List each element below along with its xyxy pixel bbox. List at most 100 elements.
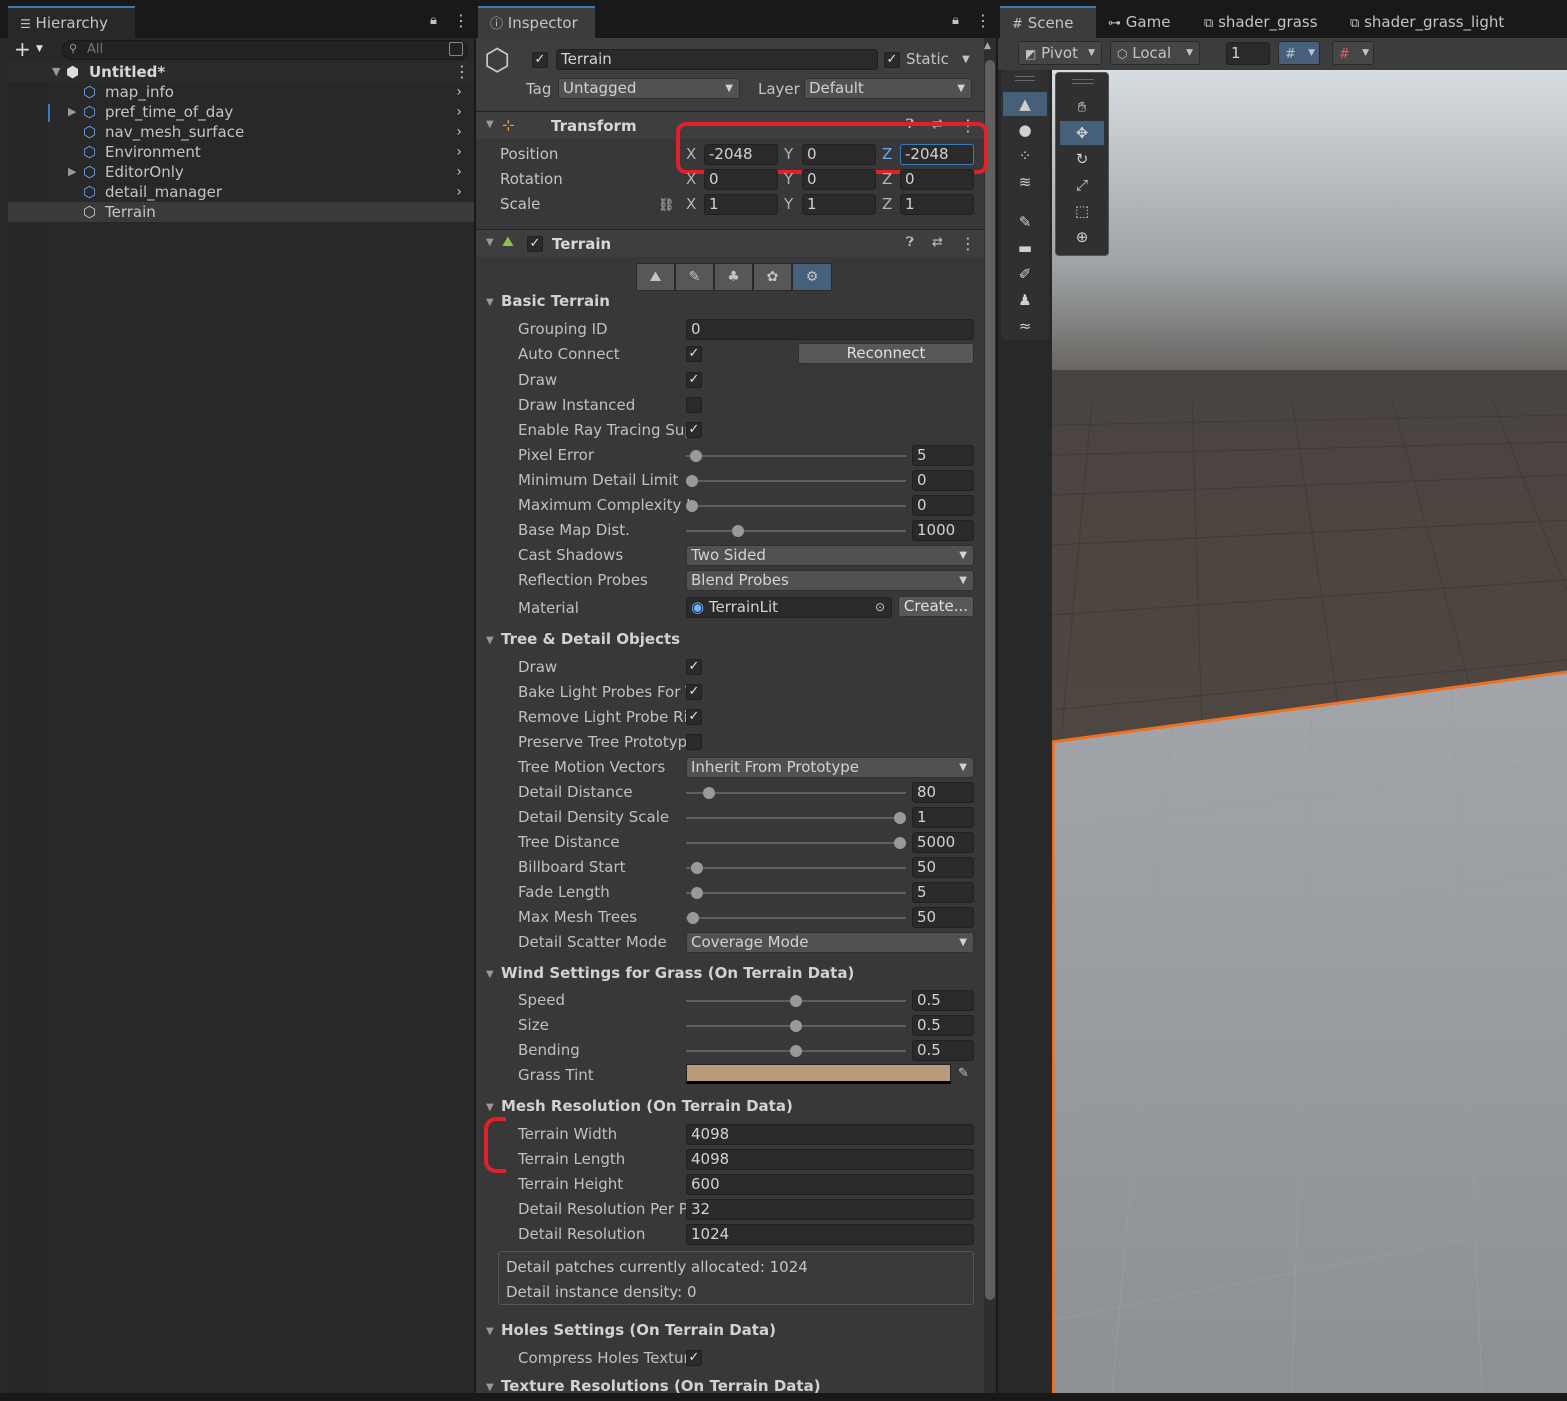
reconnect-button[interactable]: Reconnect — [798, 343, 974, 364]
base-map-dist-field[interactable]: 1000 — [912, 520, 974, 541]
detail-resolution-per-patch-field[interactable]: 32 — [686, 1199, 974, 1220]
static-dropdown-icon[interactable]: ▼ — [962, 54, 970, 65]
hierarchy-item-map-info[interactable]: ⬡ map_info › — [8, 82, 474, 102]
billboard-start-field[interactable]: 50 — [912, 857, 974, 878]
terrain-height-field[interactable]: 600 — [686, 1174, 974, 1195]
max-mesh-trees-field[interactable]: 50 — [912, 907, 974, 928]
create-material-button[interactable]: Create... — [898, 596, 974, 617]
layers-icon[interactable]: ≋ — [1003, 170, 1047, 194]
scale-z-axis-label[interactable]: Z — [882, 195, 892, 213]
static-checkbox[interactable]: ✓ — [884, 52, 900, 68]
hierarchy-item-editoronly[interactable]: ▶ ⬡ EditorOnly › — [8, 162, 474, 182]
billboard-start-slider-handle[interactable] — [691, 862, 704, 874]
tree-distance-slider-handle[interactable] — [894, 837, 906, 849]
paint-trees-icon[interactable]: ♣ — [714, 263, 753, 291]
tree-motion-vectors-dropdown[interactable]: Inherit From Prototype ▼ — [686, 757, 974, 778]
expand-arrow-icon[interactable]: ▼ — [486, 635, 494, 646]
expand-arrow-icon[interactable]: ▼ — [486, 297, 494, 308]
presets-icon[interactable]: ⇄ — [932, 235, 943, 250]
rotation-z-axis-label[interactable]: Z — [882, 170, 892, 188]
terrain-mountain-icon[interactable]: ▲ — [1003, 92, 1047, 116]
compress-holes-texture-checkbox[interactable]: ✓ — [686, 1350, 702, 1366]
wind-speed-field[interactable]: 0.5 — [912, 990, 974, 1011]
chevron-down-icon[interactable]: ▼ — [36, 44, 43, 54]
sculpt-brush-icon[interactable]: ● — [1003, 118, 1047, 142]
stamp-icon[interactable]: ♟ — [1003, 288, 1047, 312]
layer-dropdown[interactable]: Default ▼ — [804, 78, 972, 99]
scene-viewport[interactable] — [1052, 70, 1567, 1393]
help-icon[interactable]: ❓︎ — [906, 235, 914, 250]
draw-instanced-checkbox[interactable] — [686, 397, 702, 413]
erosion-icon[interactable]: ≈ — [1003, 314, 1047, 338]
lock-icon[interactable]: 🔒︎ — [430, 13, 437, 28]
expand-arrow-icon[interactable]: ▼ — [486, 1382, 494, 1393]
component-menu-icon[interactable]: ⋮ — [960, 236, 976, 252]
rotation-y-axis-label[interactable]: Y — [784, 170, 793, 188]
hierarchy-item-environment[interactable]: ⬡ Environment › — [8, 142, 474, 162]
scale-tool-icon[interactable]: ⤢ — [1060, 173, 1104, 197]
paint-icon[interactable]: ✎ — [1003, 210, 1047, 234]
ray-tracing-checkbox[interactable]: ✓ — [686, 422, 702, 438]
pixel-error-slider-handle[interactable] — [690, 450, 703, 462]
move-tool-icon[interactable]: ✥ — [1060, 121, 1104, 145]
expand-arrow-icon[interactable]: ▼ — [52, 62, 60, 82]
fade-length-slider-handle[interactable] — [691, 887, 704, 899]
expand-arrow-icon[interactable]: ▼ — [486, 969, 494, 980]
paint-terrain-icon[interactable]: ✎ — [675, 263, 714, 291]
transform-tool-icon[interactable]: ⊕ — [1060, 225, 1104, 249]
scroll-up-icon[interactable]: ▲ — [984, 41, 991, 51]
grid-snap-toggle[interactable]: # ▼ — [1278, 41, 1320, 65]
detail-resolution-field[interactable]: 1024 — [686, 1224, 974, 1245]
position-y-field[interactable]: 0 — [802, 144, 876, 165]
wind-bending-slider-handle[interactable] — [790, 1045, 802, 1057]
base-map-dist-slider-handle[interactable] — [731, 525, 744, 537]
max-mesh-trees-slider-track[interactable] — [686, 917, 906, 919]
fade-length-field[interactable]: 5 — [912, 882, 974, 903]
terrain-settings-icon[interactable]: ⚙ — [792, 263, 832, 291]
fade-length-slider-track[interactable] — [686, 892, 906, 894]
pixel-error-slider-track[interactable] — [686, 455, 906, 457]
scale-y-axis-label[interactable]: Y — [784, 195, 793, 213]
scene-root-row[interactable]: ▼ ⬢ Untitled* ⋮ — [8, 62, 474, 82]
open-prefab-arrow-icon[interactable]: › — [456, 162, 462, 182]
detail-distance-field[interactable]: 80 — [912, 782, 974, 803]
object-name-field[interactable]: Terrain — [556, 49, 878, 70]
remove-light-probe-ringing-checkbox[interactable]: ✓ — [686, 709, 702, 725]
tab-shader-grass[interactable]: ⧉ shader_grass — [1192, 6, 1330, 38]
rotation-x-axis-label[interactable]: X — [686, 170, 696, 188]
holes-settings-section[interactable]: ▼ Holes Settings (On Terrain Data) — [476, 1321, 984, 1345]
create-neighbor-terrains-icon[interactable]: ⛰ — [636, 263, 675, 291]
max-complexity-slider-track[interactable] — [686, 505, 906, 507]
billboard-start-slider-track[interactable] — [686, 867, 906, 869]
open-prefab-arrow-icon[interactable]: › — [456, 82, 462, 102]
wind-size-field[interactable]: 0.5 — [912, 1015, 974, 1036]
open-prefab-arrow-icon[interactable]: › — [456, 182, 462, 202]
rotate-tool-icon[interactable]: ↻ — [1060, 147, 1104, 171]
terrain-width-field[interactable]: 4098 — [686, 1124, 974, 1145]
wind-bending-field[interactable]: 0.5 — [912, 1040, 974, 1061]
rotation-x-field[interactable]: 0 — [704, 169, 778, 190]
grouping-id-field[interactable]: 0 — [686, 319, 974, 340]
tag-dropdown[interactable]: Untagged ▼ — [558, 78, 740, 99]
search-mode-icon[interactable] — [449, 42, 463, 56]
draw-checkbox[interactable]: ✓ — [686, 372, 702, 388]
min-detail-limit-field[interactable]: 0 — [912, 470, 974, 491]
hierarchy-item-terrain[interactable]: ⬡ Terrain — [8, 202, 474, 222]
hierarchy-item-detail-manager[interactable]: ⬡ detail_manager › — [8, 182, 474, 202]
tree-distance-slider-track[interactable] — [686, 842, 906, 844]
preserve-tree-prototype-checkbox[interactable] — [686, 734, 702, 750]
hierarchy-item-nav-mesh-surface[interactable]: ⬡ nav_mesh_surface › — [8, 122, 474, 142]
detail-distance-slider-track[interactable] — [686, 792, 906, 794]
detail-density-scale-field[interactable]: 1 — [912, 807, 974, 828]
scale-x-field[interactable]: 1 — [704, 194, 778, 215]
pixel-error-field[interactable]: 5 — [912, 445, 974, 466]
scale-y-field[interactable]: 1 — [802, 194, 876, 215]
terrain-header[interactable]: ▼ ⛰ ✓ Terrain ❓︎ ⇄ ⋮ — [476, 229, 984, 257]
wind-size-slider-handle[interactable] — [790, 1020, 802, 1032]
tab-hierarchy[interactable]: ☰ Hierarchy — [8, 6, 135, 38]
scale-z-field[interactable]: 1 — [900, 194, 974, 215]
tab-scene[interactable]: # Scene — [1000, 6, 1096, 38]
open-prefab-arrow-icon[interactable]: › — [456, 102, 462, 122]
drag-handle[interactable] — [1015, 80, 1035, 81]
more-options-icon[interactable]: ⋮ — [975, 13, 991, 29]
